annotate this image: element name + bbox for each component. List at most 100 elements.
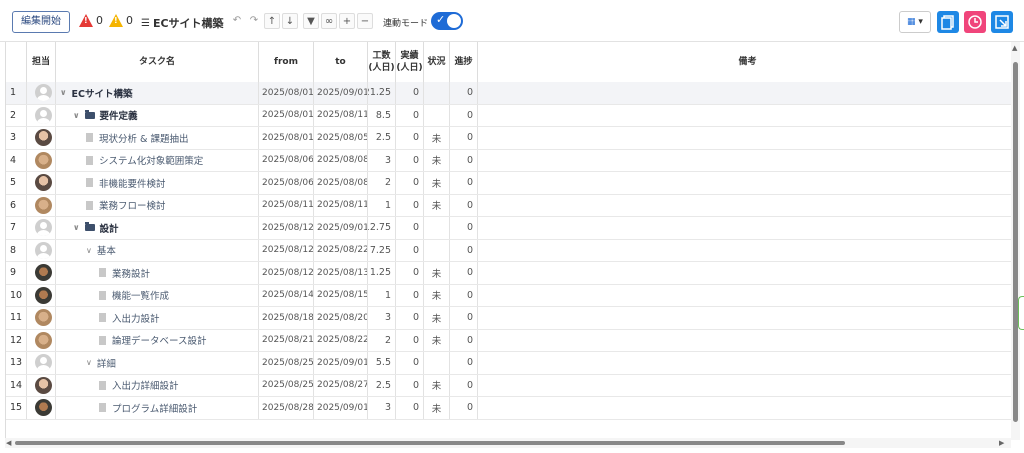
table-row[interactable]: 15 プログラム詳細設計 2025/08/28 2025/09/01 3 0 未 0 [6, 397, 1018, 420]
scroll-right-icon[interactable]: ▶ [999, 439, 1004, 447]
effort-cell[interactable]: 1 [368, 284, 396, 306]
from-date-cell[interactable]: 2025/08/11 [259, 194, 314, 216]
task-name-cell[interactable]: 業務フロー検討 [56, 194, 259, 216]
table-row[interactable]: 7∨設計2025/08/122025/09/0112.7500 [6, 217, 1018, 240]
table-row[interactable]: 10 機能一覧作成 2025/08/14 2025/08/15 1 0 未 0 [6, 284, 1018, 307]
to-date-cell[interactable]: 2025/08/15 [314, 284, 368, 306]
actual-cell[interactable]: 0 [396, 127, 424, 149]
from-date-cell[interactable]: 2025/08/18 [259, 307, 314, 329]
note-cell[interactable] [478, 172, 1018, 194]
task-name-cell[interactable]: ∨ ECサイト構築 [56, 82, 259, 104]
to-date-cell[interactable]: 2025/08/11 [314, 194, 368, 216]
table-row[interactable]: 9 業務設計 2025/08/12 2025/08/13 1.25 0 未 0 [6, 262, 1018, 285]
actual-cell[interactable]: 0 [396, 262, 424, 284]
note-cell[interactable] [478, 194, 1018, 216]
task-name-cell[interactable]: 非機能要件検討 [56, 172, 259, 194]
header-task[interactable]: タスク名 [56, 42, 259, 82]
from-date-cell[interactable]: 2025/08/06 [259, 149, 314, 171]
progress-cell[interactable]: 0 [450, 149, 478, 171]
table-row[interactable]: 12 論理データベース設計 2025/08/21 2025/08/22 2 0 未 0 [6, 329, 1018, 352]
effort-cell[interactable]: 7.25 [368, 239, 396, 261]
progress-cell[interactable]: 0 [450, 329, 478, 351]
status-cell[interactable] [424, 82, 450, 104]
note-cell[interactable] [478, 307, 1018, 329]
move-down-button[interactable]: ↓ [282, 13, 298, 29]
table-row[interactable]: 8 ∨ 基本 2025/08/12 2025/08/22 7.25 0 0 [6, 239, 1018, 262]
status-cell[interactable]: 未 [424, 329, 450, 351]
to-date-cell[interactable]: 2025/08/08 [314, 149, 368, 171]
status-cell[interactable]: 未 [424, 149, 450, 171]
note-cell[interactable] [478, 284, 1018, 306]
from-date-cell[interactable]: 2025/08/25 [259, 352, 314, 374]
note-cell[interactable] [478, 262, 1018, 284]
progress-cell[interactable]: 0 [450, 172, 478, 194]
to-date-cell[interactable]: 2025/09/01 [314, 397, 368, 419]
task-name-cell[interactable]: 現状分析 & 課題抽出 [56, 127, 259, 149]
actual-cell[interactable]: 0 [396, 397, 424, 419]
scroll-left-icon[interactable]: ◀ [6, 439, 11, 447]
horizontal-scrollbar[interactable]: ◀ ▶ [5, 438, 1011, 448]
copy-view-button[interactable] [937, 11, 959, 33]
assignee-cell[interactable] [27, 329, 56, 351]
actual-cell[interactable]: 0 [396, 239, 424, 261]
chevron-down-icon[interactable]: ∨ [86, 358, 92, 367]
from-date-cell[interactable]: 2025/08/01 [259, 82, 314, 104]
actual-cell[interactable]: 0 [396, 82, 424, 104]
status-cell[interactable]: 未 [424, 374, 450, 396]
progress-cell[interactable]: 0 [450, 239, 478, 261]
status-cell[interactable] [424, 239, 450, 261]
note-cell[interactable] [478, 104, 1018, 126]
effort-cell[interactable]: 2 [368, 172, 396, 194]
note-cell[interactable] [478, 397, 1018, 419]
effort-cell[interactable]: 1 [368, 194, 396, 216]
to-date-cell[interactable]: 2025/09/01 [314, 352, 368, 374]
status-cell[interactable] [424, 217, 450, 239]
history-button[interactable] [964, 11, 986, 33]
note-cell[interactable] [478, 329, 1018, 351]
progress-cell[interactable]: 0 [450, 307, 478, 329]
chevron-down-icon[interactable]: ∨ [73, 223, 80, 232]
from-date-cell[interactable]: 2025/08/14 [259, 284, 314, 306]
actual-cell[interactable]: 0 [396, 284, 424, 306]
to-date-cell[interactable]: 2025/09/01 [314, 217, 368, 239]
table-row[interactable]: 11 入出力設計 2025/08/18 2025/08/20 3 0 未 0 [6, 307, 1018, 330]
header-progress[interactable]: 進捗 [450, 42, 478, 82]
vertical-scrollbar[interactable]: ▲ [1011, 42, 1020, 440]
effort-cell[interactable]: 1.25 [368, 262, 396, 284]
note-cell[interactable] [478, 239, 1018, 261]
effort-cell[interactable]: 3 [368, 307, 396, 329]
actual-cell[interactable]: 0 [396, 217, 424, 239]
actual-cell[interactable]: 0 [396, 104, 424, 126]
assignee-cell[interactable] [27, 217, 56, 239]
note-cell[interactable] [478, 82, 1018, 104]
redo-icon[interactable]: ↷ [246, 13, 262, 29]
header-actual[interactable]: 実績(人日) [396, 42, 424, 82]
progress-cell[interactable]: 0 [450, 284, 478, 306]
to-date-cell[interactable]: 2025/08/27 [314, 374, 368, 396]
effort-cell[interactable]: 2.5 [368, 374, 396, 396]
status-cell[interactable]: 未 [424, 127, 450, 149]
assignee-cell[interactable] [27, 239, 56, 261]
task-name-cell[interactable]: 入出力設計 [56, 307, 259, 329]
filter-icon[interactable]: ▼ [303, 13, 319, 29]
progress-cell[interactable]: 0 [450, 104, 478, 126]
from-date-cell[interactable]: 2025/08/12 [259, 239, 314, 261]
from-date-cell[interactable]: 2025/08/21 [259, 329, 314, 351]
header-from[interactable]: from [259, 42, 314, 82]
to-date-cell[interactable]: 2025/08/22 [314, 239, 368, 261]
from-date-cell[interactable]: 2025/08/06 [259, 172, 314, 194]
collapse-all-button[interactable]: − [357, 13, 373, 29]
progress-cell[interactable]: 0 [450, 262, 478, 284]
glasses-icon[interactable]: ∞ [321, 13, 337, 29]
task-name-cell[interactable]: ∨ 要件定義 [56, 104, 259, 126]
to-date-cell[interactable]: 2025/08/13 [314, 262, 368, 284]
task-name-cell[interactable]: システム化対象範囲策定 [56, 149, 259, 171]
table-row[interactable]: 3 現状分析 & 課題抽出 2025/08/01 2025/08/05 2.5 0 未 0 [6, 127, 1018, 150]
assignee-cell[interactable] [27, 82, 56, 104]
effort-cell[interactable]: 8.5 [368, 104, 396, 126]
header-note[interactable]: 備考 [478, 42, 1018, 82]
to-date-cell[interactable]: 2025/08/20 [314, 307, 368, 329]
task-name-cell[interactable]: 業務設計 [56, 262, 259, 284]
actual-cell[interactable]: 0 [396, 329, 424, 351]
progress-cell[interactable]: 0 [450, 374, 478, 396]
